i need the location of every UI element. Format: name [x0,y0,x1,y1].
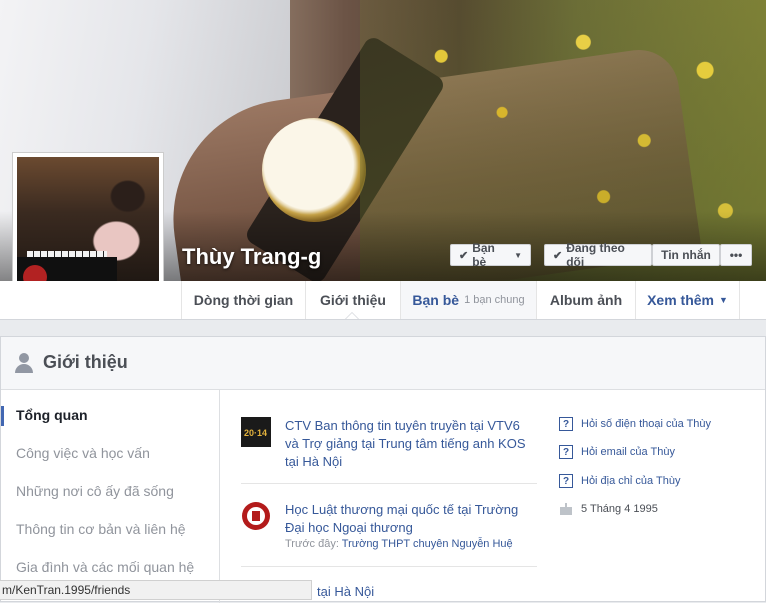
friends-button[interactable]: ✔ Bạn bè ▼ [450,241,531,269]
tab-friends[interactable]: Bạn bè 1 bạn chung [400,281,536,319]
question-icon: ? [559,445,573,459]
friends-button-label: Bạn bè [472,241,495,269]
ask-phone-link[interactable]: ? Hỏi số điện thoại của Thùy [559,417,711,431]
browser-status-url: m/KenTran.1995/friends [0,580,312,600]
mutual-friends-count: 1 bạn chung [464,294,525,306]
previous-label: Trước đây: [285,538,339,550]
sidebar-item-overview[interactable]: Tổng quan [16,407,88,423]
about-header: Giới thiệu [1,337,765,390]
about-title[interactable]: Giới thiệu [43,352,128,373]
birthday-label: 5 Tháng 4 1995 [581,503,658,515]
sidebar-item-contact-info[interactable]: Thông tin cơ bản và liên hệ [16,521,186,537]
ask-email-link[interactable]: ? Hỏi email của Thùy [559,445,675,459]
about-sidebar: Tổng quan Công việc và học vấn Những nơi… [1,389,220,603]
person-icon [15,353,33,373]
more-options-button[interactable]: ••• [720,244,752,266]
cover-watch [262,118,366,222]
profile-name[interactable]: Thùy Trang-g [182,244,321,270]
more-dots-icon: ••• [729,248,743,262]
ask-address-link[interactable]: ? Hỏi địa chỉ của Thùy [559,474,680,488]
profile-navbar: Dòng thời gian Giới thiệu Bạn bè 1 bạn c… [0,281,766,320]
ask-email-label: Hỏi email của Thùy [581,446,675,458]
caret-down-icon: ▼ [514,250,522,260]
message-button[interactable]: Tin nhắn [652,244,720,266]
svg-text:20·14: 20·14 [244,428,267,438]
education-previous: Trước đây: Trường THPT chuyên Nguyễn Huệ [285,537,537,551]
ask-phone-label: Hỏi số điện thoại của Thùy [581,418,712,430]
tab-timeline-label: Dòng thời gian [193,292,294,308]
profile-picture[interactable] [12,152,164,302]
caret-down-icon: ▼ [719,295,728,305]
divider [241,566,537,567]
tab-photos-label: Album ảnh [549,292,623,308]
location-text[interactable]: tại Hà Nội [317,583,569,601]
active-tab-pointer [345,312,359,319]
previous-school[interactable]: Trường THPT chuyên Nguyễn Huệ [342,538,513,550]
check-icon: ✔ [459,249,469,262]
ask-address-label: Hỏi địa chỉ của Thùy [581,475,681,487]
workplace-logo[interactable]: 20·14 [241,417,271,447]
birthday-cake-icon [559,503,573,515]
about-card: Giới thiệu Tổng quan Công việc và học vấ… [0,336,766,603]
tab-more[interactable]: Xem thêm ▼ [635,281,740,319]
divider [241,483,537,484]
birthday-item: 5 Tháng 4 1995 [559,503,658,515]
tab-about-label: Giới thiệu [320,292,386,308]
message-button-label: Tin nhắn [661,248,711,262]
school-logo[interactable] [241,501,271,531]
sidebar-item-family[interactable]: Gia đình và các mối quan hệ [16,559,194,575]
question-icon: ? [559,417,573,431]
check-icon: ✔ [553,249,563,262]
work-text[interactable]: CTV Ban thông tin tuyên truyền tại VTV6 … [285,417,537,471]
education-school[interactable]: Học Luật thương mại quốc tế tại Trường Đ… [285,501,537,537]
profile-photo [17,157,159,297]
following-button[interactable]: ✔ Đang theo dõi [544,241,652,269]
sidebar-item-places-lived[interactable]: Những nơi cô ấy đã sống [16,483,174,499]
tab-timeline[interactable]: Dòng thời gian [181,281,305,319]
question-icon: ? [559,474,573,488]
sidebar-item-work-education[interactable]: Công việc và học vấn [16,445,150,461]
tab-more-label: Xem thêm [647,292,714,308]
tab-photos[interactable]: Album ảnh [536,281,635,319]
active-section-marker [1,406,4,426]
education-text: Học Luật thương mại quốc tế tại Trường Đ… [285,501,537,551]
following-button-label: Đang theo dõi [566,241,625,269]
tab-friends-label: Bạn bè [412,292,460,308]
